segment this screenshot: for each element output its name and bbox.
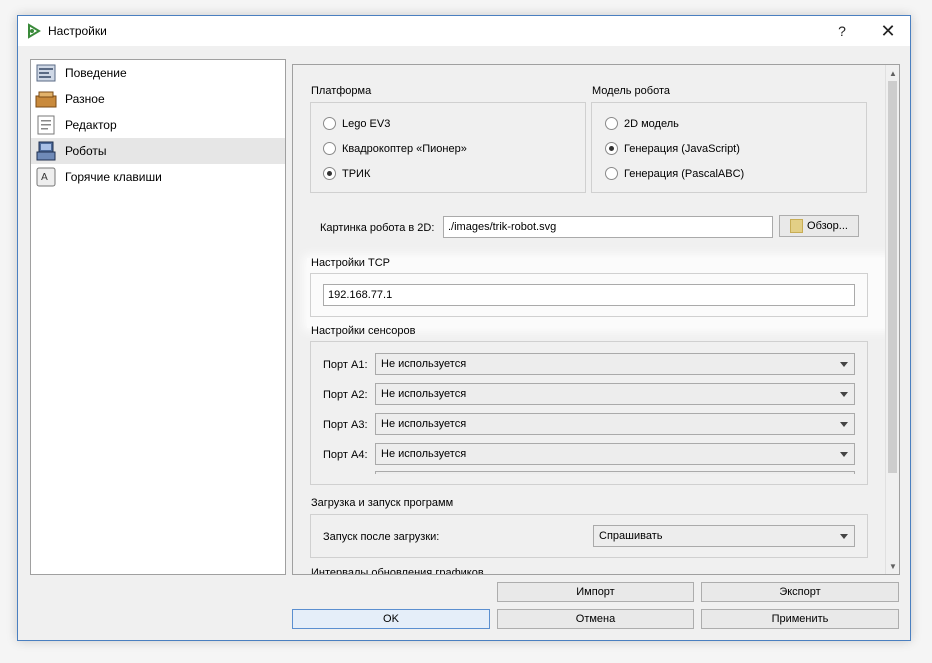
robot-image-path-field[interactable]: ./images/trik-robot.svg [443, 216, 773, 238]
help-button[interactable]: ? [820, 16, 864, 46]
sidebar-item-label: Разное [65, 92, 105, 106]
radio-label: Lego EV3 [342, 117, 391, 130]
radio-lego-ev3[interactable]: Lego EV3 [323, 117, 390, 130]
sidebar-item-label: Роботы [65, 144, 107, 158]
browse-button[interactable]: Обзор... [779, 215, 859, 237]
svg-text:A: A [41, 172, 48, 183]
folder-icon [790, 219, 804, 233]
port-a1-select[interactable]: Не используется [375, 353, 855, 375]
port-a3-label: Порт A3: [323, 419, 368, 431]
export-button[interactable]: Экспорт [701, 582, 899, 602]
app-logo-icon [28, 23, 41, 39]
sidebar-item-behavior[interactable]: Поведение [31, 60, 285, 86]
scroll-up-icon[interactable]: ▲ [886, 66, 899, 80]
chevron-down-icon [840, 422, 848, 427]
port-a4-select[interactable]: Не используется [375, 443, 855, 465]
sidebar-item-misc[interactable]: Разное [31, 86, 285, 112]
settings-sidebar: Поведение Разное Редактор Роботы A Горяч… [30, 59, 286, 575]
scroll-down-icon[interactable]: ▼ [886, 559, 899, 573]
sidebar-item-label: Поведение [65, 66, 127, 80]
port-a2-label: Порт A2: [323, 389, 368, 401]
radio-quadcopter[interactable]: Квадрокоптер «Пионер» [323, 142, 467, 155]
port-a4-value: Не используется [381, 448, 467, 460]
port-a2-value: Не используется [381, 388, 467, 400]
browse-button-label: Обзор... [807, 220, 848, 232]
run-after-upload-select[interactable]: Спрашивать [593, 525, 855, 547]
scrollbar-thumb[interactable] [888, 81, 897, 473]
chevron-down-icon [840, 392, 848, 397]
sensor-settings-title: Настройки сенсоров [311, 325, 416, 337]
settings-dialog: Настройки ? ✕ Поведение Разное Редактор [17, 15, 911, 641]
radio-button[interactable] [605, 117, 618, 130]
port-a2-select[interactable]: Не используется [375, 383, 855, 405]
sidebar-item-editor[interactable]: Редактор [31, 112, 285, 138]
sidebar-item-label: Горячие клавиши [65, 170, 162, 184]
import-button[interactable]: Импорт [497, 582, 694, 602]
content-scrollbar[interactable]: ▲ ▼ [885, 65, 899, 574]
radio-button[interactable] [323, 142, 336, 155]
sidebar-item-hotkeys[interactable]: A Горячие клавиши [31, 164, 285, 190]
radio-button-checked[interactable] [605, 142, 618, 155]
hotkeys-icon: A [35, 166, 57, 188]
cancel-button[interactable]: Отмена [497, 609, 694, 629]
sidebar-item-label: Редактор [65, 118, 117, 132]
editor-icon [35, 114, 57, 136]
chevron-down-icon [840, 452, 848, 457]
graph-intervals-title: Интервалы обновления графиков [311, 567, 484, 575]
port-a3-select[interactable]: Не используется [375, 413, 855, 435]
radio-gen-javascript[interactable]: Генерация (JavaScript) [605, 142, 740, 155]
chevron-down-icon [840, 534, 848, 539]
run-after-upload-value: Спрашивать [599, 530, 663, 542]
tcp-address-field[interactable]: 192.168.77.1 [323, 284, 855, 306]
ok-button[interactable]: OK [292, 609, 490, 629]
port-a3-value: Не используется [381, 418, 467, 430]
run-after-upload-label: Запуск после загрузки: [323, 531, 440, 543]
radio-button[interactable] [605, 167, 618, 180]
radio-2d-model[interactable]: 2D модель [605, 117, 679, 130]
misc-icon [35, 88, 57, 110]
close-button[interactable]: ✕ [866, 16, 910, 46]
radio-label: Генерация (JavaScript) [624, 142, 740, 155]
radio-gen-pascalabc[interactable]: Генерация (PascalABC) [605, 167, 744, 180]
radio-label: ТРИК [342, 167, 371, 180]
robots-icon [35, 140, 57, 162]
port-a1-label: Порт A1: [323, 359, 368, 371]
radio-trik[interactable]: ТРИК [323, 167, 370, 180]
radio-button-checked[interactable] [323, 167, 336, 180]
window-title: Настройки [48, 24, 107, 38]
port-a5-select-partial[interactable] [375, 471, 855, 474]
platform-title: Платформа [311, 85, 372, 97]
settings-content: Платформа Lego EV3 Квадрокоптер «Пионер»… [292, 64, 900, 575]
behavior-icon [35, 62, 57, 84]
tcp-settings-title: Настройки TCP [311, 257, 390, 269]
apply-button[interactable]: Применить [701, 609, 899, 629]
robot-image-label: Картинка робота в 2D: [320, 222, 435, 234]
radio-button[interactable] [323, 117, 336, 130]
radio-label: 2D модель [624, 117, 679, 130]
upload-settings-title: Загрузка и запуск программ [311, 497, 454, 509]
robot-model-title: Модель робота [592, 85, 670, 97]
sidebar-item-robots[interactable]: Роботы [31, 138, 285, 164]
port-a1-value: Не используется [381, 358, 467, 370]
radio-label: Квадрокоптер «Пионер» [342, 142, 467, 155]
radio-label: Генерация (PascalABC) [624, 167, 745, 180]
title-bar: Настройки ? ✕ [18, 16, 910, 46]
chevron-down-icon [840, 362, 848, 367]
port-a4-label: Порт A4: [323, 449, 368, 461]
